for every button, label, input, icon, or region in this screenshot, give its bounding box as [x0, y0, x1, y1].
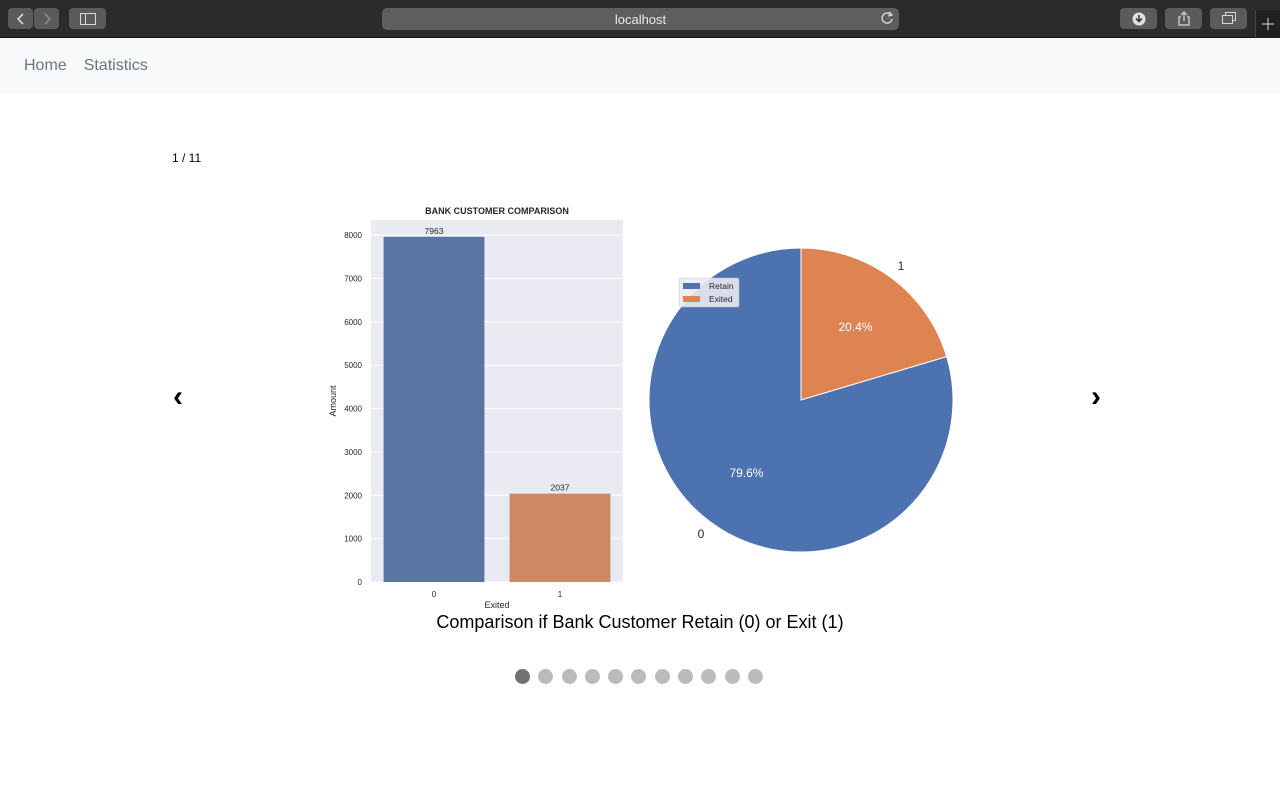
pie-label: 0: [698, 527, 705, 541]
new-tab-button[interactable]: [1255, 10, 1280, 38]
pie-label: 1: [898, 259, 905, 273]
share-icon: [1177, 11, 1190, 26]
y-tick-label: 8000: [344, 231, 362, 240]
y-tick-label: 1000: [344, 535, 362, 544]
legend-entry: Retain: [709, 281, 734, 291]
navbar: Home Statistics: [0, 38, 1280, 94]
x-tick-label: 0: [432, 590, 437, 599]
y-tick-label: 7000: [344, 275, 362, 284]
sidebar-toggle-button[interactable]: [69, 8, 106, 29]
url-text: localhost: [614, 11, 667, 27]
nav-link-statistics[interactable]: Statistics: [84, 57, 148, 75]
y-tick-label: 6000: [344, 318, 362, 327]
carousel-dot-8[interactable]: [678, 669, 694, 684]
chart-image: 0 1000 2000 3000 4000 5000 6000 7000 8000 7963 0 20…: [328, 206, 954, 610]
chevron-right-icon: [43, 12, 51, 25]
y-tick-label: 5000: [344, 361, 362, 370]
carousel-dot-5[interactable]: [608, 669, 624, 684]
share-button[interactable]: [1165, 8, 1202, 29]
x-axis-label: Exited: [484, 600, 509, 610]
y-axis-label: Amount: [328, 385, 338, 417]
back-button[interactable]: [8, 8, 33, 29]
slide-caption: Comparison if Bank Customer Retain (0) o…: [436, 612, 844, 632]
browser-toolbar: localhost: [0, 0, 1280, 38]
carousel-dot-6[interactable]: [631, 669, 647, 684]
y-tick-label: 3000: [344, 448, 362, 457]
y-tick-label: 2000: [344, 491, 362, 500]
carousel-indicators: [515, 669, 771, 684]
reload-icon[interactable]: [880, 11, 894, 28]
bar: [383, 236, 485, 583]
legend-entry: Exited: [709, 294, 733, 304]
tabs-icon: [1221, 12, 1236, 24]
tabs-overview-button[interactable]: [1210, 8, 1247, 29]
carousel-dot-10[interactable]: [724, 669, 740, 684]
legend-swatch: [683, 296, 700, 302]
slide-counter: 1 / 11: [172, 151, 202, 165]
carousel-dot-11[interactable]: [747, 669, 763, 684]
y-tick-label: 0: [358, 578, 363, 587]
sidebar-icon: [79, 12, 96, 25]
bar-data-label: 2037: [551, 483, 570, 493]
legend-swatch: [683, 283, 700, 289]
downloads-button[interactable]: [1120, 8, 1157, 29]
x-tick-label: 1: [558, 590, 563, 599]
carousel-prev-button[interactable]: ‹: [173, 382, 183, 412]
pie-pct-label: 79.6%: [729, 466, 763, 480]
pie-pct-label: 20.4%: [839, 320, 873, 334]
carousel-dot-2[interactable]: [538, 669, 554, 684]
y-tick-label: 4000: [344, 405, 362, 414]
bar-data-label: 7963: [425, 226, 444, 236]
forward-button[interactable]: [34, 8, 59, 29]
carousel-next-button[interactable]: ›: [1091, 382, 1101, 412]
carousel-dot-1[interactable]: [515, 669, 530, 684]
download-icon: [1132, 12, 1145, 25]
chevron-left-icon: [16, 12, 24, 25]
chart-title: BANK CUSTOMER COMPARISON: [425, 206, 569, 216]
bar: [509, 493, 611, 582]
carousel-dot-4[interactable]: [584, 669, 600, 684]
carousel-dot-9[interactable]: [701, 669, 717, 684]
nav-link-home[interactable]: Home: [24, 57, 67, 75]
address-bar[interactable]: localhost: [382, 8, 899, 30]
carousel-dot-3[interactable]: [561, 669, 577, 684]
plus-icon: [1262, 18, 1274, 30]
carousel-dot-7[interactable]: [654, 669, 670, 684]
